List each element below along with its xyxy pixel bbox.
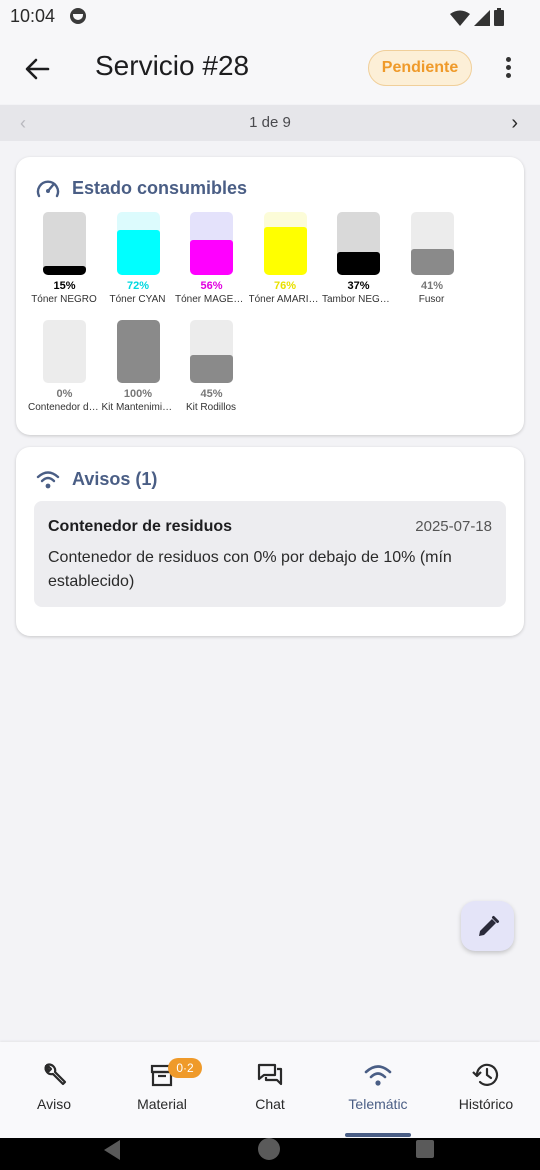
consumable-level-bar — [337, 212, 380, 275]
system-navigation-bar — [0, 1133, 540, 1170]
system-recents-icon[interactable] — [416, 1140, 434, 1158]
consumables-card: Estado consumibles 15% Tóner NEGRO 72% Tóne… — [16, 157, 524, 435]
alert-title: Contenedor de residuos — [48, 518, 233, 535]
consumable-level-bar — [190, 212, 233, 275]
active-tab-indicator — [345, 1133, 411, 1137]
alerts-title: Avisos (1) — [72, 469, 158, 489]
consumables-title: Estado consumibles — [72, 177, 248, 198]
wifi-icon — [364, 1065, 392, 1086]
consumable-name: Fusor — [418, 294, 445, 305]
alert-item[interactable]: Contenedor de residuos 2025-07-18 Conten… — [34, 501, 506, 607]
consumable-item: 41% Fusor — [401, 212, 471, 305]
chevron-right-icon[interactable]: › — [511, 112, 518, 135]
wrench-icon — [44, 1063, 67, 1086]
consumable-level-bar — [190, 320, 233, 383]
consumable-percent: 15% — [53, 280, 76, 292]
consumable-percent: 56% — [200, 280, 223, 292]
tab-historico[interactable]: Histórico — [436, 1060, 536, 1112]
consumable-level-fill — [263, 227, 307, 275]
consumable-name: Tóner CYAN — [109, 294, 166, 305]
tab-aviso[interactable]: Aviso — [4, 1060, 104, 1112]
consumable-level-bar — [43, 320, 86, 383]
consumable-percent: 76% — [273, 280, 297, 292]
tab-label: Histórico — [458, 1096, 514, 1112]
wifi-signal-icon — [450, 10, 470, 26]
consumable-level-bar — [43, 212, 86, 275]
consumable-item: 37% Tambor NEGRO — [322, 212, 397, 305]
consumable-item: 15% Tóner NEGRO — [31, 212, 103, 305]
consumable-level-bar — [116, 320, 160, 383]
consumable-item: 72% Tóner CYAN — [107, 212, 177, 305]
consumable-percent: 45% — [200, 388, 223, 400]
material-badge: 0·2 — [168, 1058, 202, 1078]
consumable-item: 100% Kit Mantenimiento — [102, 320, 177, 413]
alert-message: Contenedor de residuos con 0% por debajo… — [48, 549, 452, 590]
more-options-icon[interactable] — [500, 54, 516, 84]
tab-telematica[interactable]: Telemátic — [328, 1060, 428, 1112]
consumable-name: Kit Mantenimiento — [101, 402, 174, 413]
tab-label: Telemátic — [348, 1096, 408, 1112]
consumable-name: Tóner NEGRO — [31, 294, 97, 305]
consumable-level-bar — [116, 212, 160, 275]
app-bar: Servicio #28 Pendiente — [0, 34, 540, 104]
consumable-level-fill — [410, 249, 454, 275]
consumable-level-bar — [263, 212, 307, 275]
consumable-name: Tóner MAGENTA — [175, 294, 247, 305]
consumable-name: Kit Rodillos — [185, 402, 237, 413]
consumable-level-bar — [410, 212, 454, 275]
tab-label: Chat — [255, 1096, 285, 1112]
consumable-item: 76% Tóner AMARILLO — [249, 212, 324, 305]
alerts-header: Avisos (1) — [36, 469, 157, 490]
consumables-header: Estado consumibles — [36, 177, 247, 199]
cell-signal-icon — [474, 10, 490, 26]
consumable-level-fill — [116, 320, 160, 383]
page-title: Servicio #28 — [95, 50, 250, 81]
pager-count: 1 de 9 — [249, 114, 291, 131]
back-arrow-icon[interactable] — [22, 54, 52, 84]
history-icon — [472, 1063, 499, 1086]
bottom-navigation: Aviso 0·2 Material Chat Telemátic Histór… — [0, 1042, 540, 1138]
pencil-icon — [479, 916, 499, 936]
consumable-level-fill — [190, 354, 233, 383]
tab-label: Aviso — [37, 1096, 71, 1112]
consumable-name: Contenedor de residuos — [28, 402, 100, 413]
consumable-level-fill — [43, 265, 86, 275]
status-time: 10:04 — [10, 6, 56, 26]
consumable-item: 56% Tóner MAGENTA — [175, 212, 250, 305]
chat-icon — [257, 1063, 283, 1086]
consumable-level-fill — [337, 251, 380, 275]
app-notification-icon — [70, 8, 86, 24]
pager: ‹ 1 de 9 › — [0, 105, 540, 141]
consumable-percent: 37% — [347, 280, 370, 292]
consumable-percent: 72% — [126, 280, 150, 292]
consumable-name: Tambor NEGRO — [322, 294, 394, 305]
tab-label: Material — [137, 1096, 187, 1112]
speedometer-icon — [36, 180, 60, 198]
status-bar: 10:04 — [0, 0, 540, 34]
consumable-item: 45% Kit Rodillos — [180, 320, 250, 413]
alerts-card: Avisos (1) Contenedor de residuos 2025-0… — [16, 447, 524, 636]
consumable-level-fill — [116, 229, 160, 275]
alert-date: 2025-07-18 — [415, 518, 492, 535]
consumable-level-fill — [190, 239, 233, 275]
consumable-name: Tóner AMARILLO — [248, 294, 321, 305]
tab-material[interactable]: 0·2 Material — [112, 1058, 212, 1112]
edit-fab[interactable] — [461, 901, 514, 951]
wifi-icon — [36, 470, 60, 488]
consumable-percent: 0% — [56, 388, 73, 400]
tab-chat[interactable]: Chat — [220, 1060, 320, 1112]
battery-icon — [494, 8, 504, 26]
consumable-percent: 100% — [123, 388, 153, 400]
system-back-icon[interactable] — [104, 1140, 120, 1160]
system-home-icon[interactable] — [258, 1138, 280, 1160]
consumable-percent: 41% — [420, 280, 444, 292]
status-icons — [450, 8, 504, 26]
consumable-item: 0% Contenedor de residuos — [28, 320, 103, 413]
status-badge: Pendiente — [368, 50, 472, 86]
